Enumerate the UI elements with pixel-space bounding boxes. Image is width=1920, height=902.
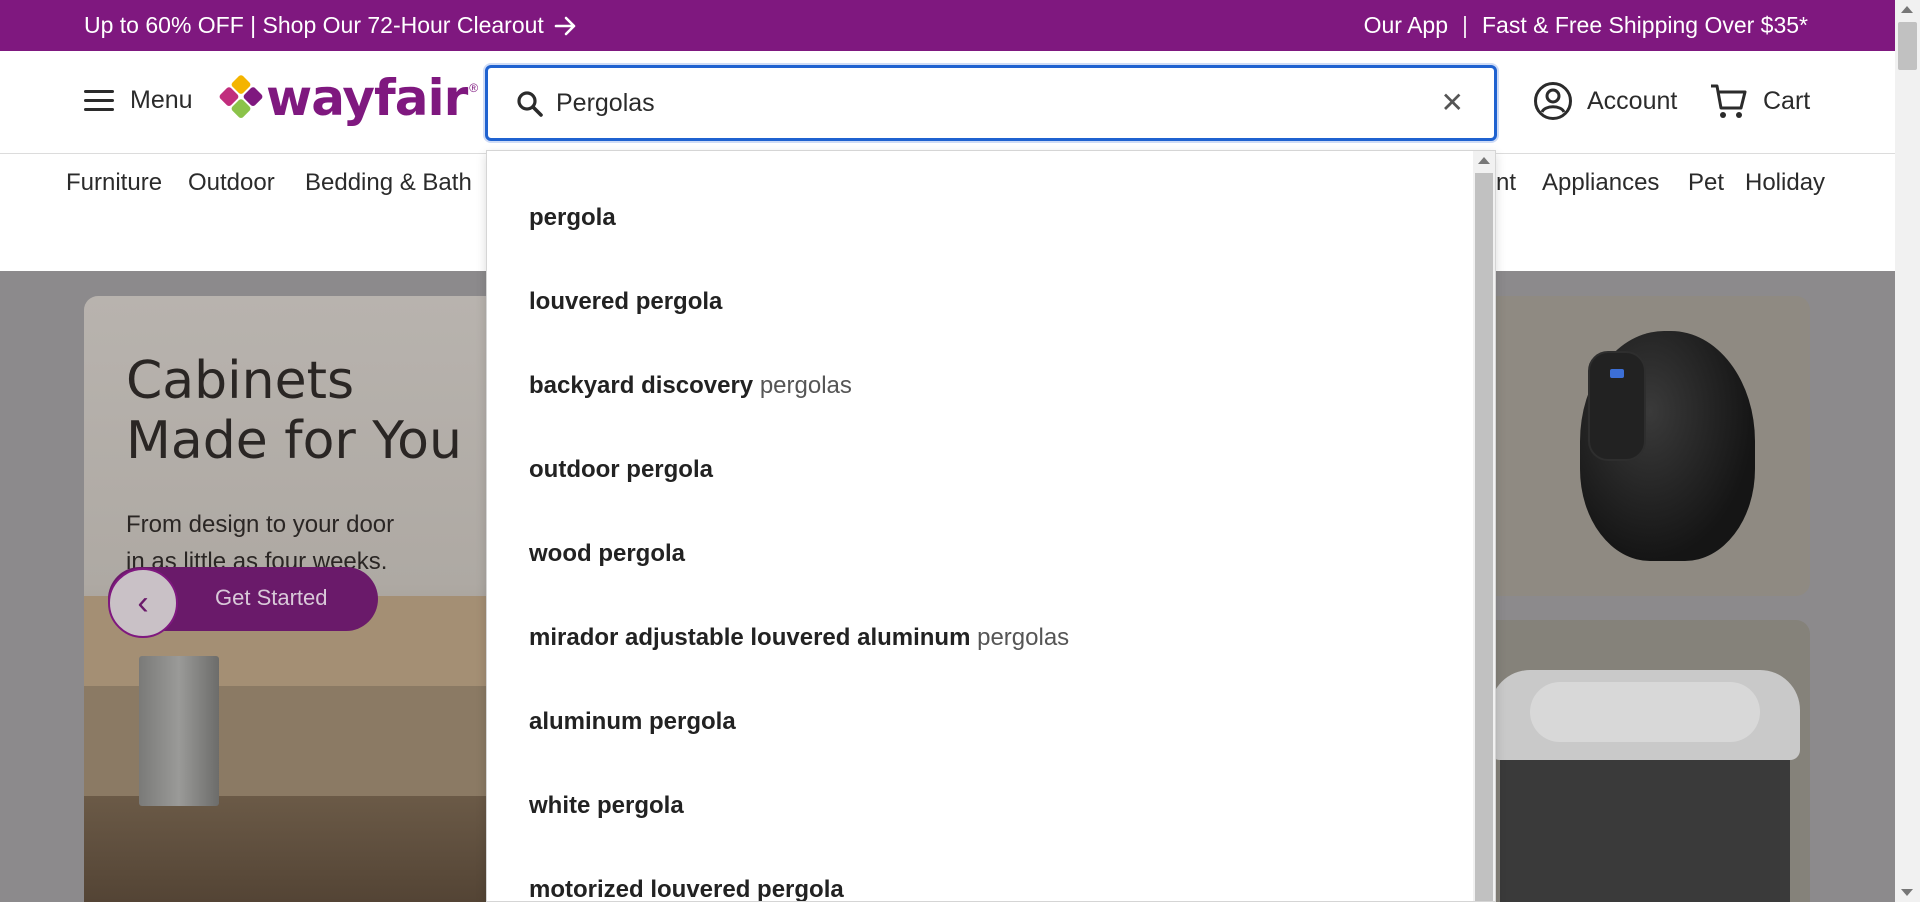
suggestion-bold: mirador adjustable louvered aluminum xyxy=(529,624,971,651)
product-card-air-fryer[interactable] xyxy=(1470,296,1810,596)
nav-item-outdoor[interactable]: Outdoor xyxy=(188,169,275,197)
hero-banner[interactable]: Cabinets Made for You From design to you… xyxy=(84,296,504,902)
suggestions-scrollbar-thumb[interactable] xyxy=(1475,173,1493,901)
suggestion-item[interactable]: louvered pergola xyxy=(529,288,722,316)
logo-registered-mark: ® xyxy=(469,81,479,95)
page-scroll-up-icon[interactable] xyxy=(1901,6,1913,13)
suggestion-bold: white pergola xyxy=(529,792,684,819)
hero-subtitle-line1: From design to your door xyxy=(126,511,395,538)
carousel-prev-button[interactable]: ‹ xyxy=(108,568,178,638)
account-label: Account xyxy=(1587,86,1678,115)
cart-button[interactable]: Cart xyxy=(1709,81,1810,121)
promo-bar: Up to 60% OFF | Shop Our 72-Hour Clearou… xyxy=(0,0,1920,51)
cart-label: Cart xyxy=(1763,86,1811,115)
air-fryer-panel xyxy=(1588,351,1646,461)
nav-item-bedding-bath[interactable]: Bedding & Bath xyxy=(305,169,472,197)
promo-separator: | xyxy=(1462,12,1468,38)
hamburger-icon xyxy=(84,89,114,112)
suggestion-item[interactable]: pergola xyxy=(529,204,616,232)
product-card-hot-tub[interactable] xyxy=(1470,620,1810,902)
clear-search-button[interactable]: ✕ xyxy=(1441,88,1464,118)
page-scroll-down-icon[interactable] xyxy=(1901,889,1913,896)
nav-item-appliances[interactable]: Appliances xyxy=(1542,169,1659,197)
site-header: Menu wayfair ® ✕ Account Cart xyxy=(0,51,1895,154)
suggestion-bold: backyard discovery xyxy=(529,372,754,399)
suggestion-item[interactable]: wood pergola xyxy=(529,540,685,568)
suggestion-item[interactable]: mirador adjustable louvered aluminum per… xyxy=(529,624,1069,652)
hero-floor xyxy=(84,796,504,902)
menu-label: Menu xyxy=(130,86,193,114)
scroll-up-arrow-icon[interactable] xyxy=(1478,157,1490,164)
page-scrollbar[interactable] xyxy=(1895,0,1920,902)
nav-item-holiday[interactable]: Holiday xyxy=(1745,169,1825,197)
nav-item-furniture[interactable]: Furniture xyxy=(66,169,162,197)
clearout-promo-text: Up to 60% OFF | Shop Our 72-Hour Clearou… xyxy=(84,12,544,38)
free-shipping-link[interactable]: Fast & Free Shipping Over $35* xyxy=(1482,12,1808,39)
search-box[interactable]: ✕ xyxy=(485,65,1497,141)
account-button[interactable]: Account xyxy=(1533,81,1677,121)
hero-dishwasher xyxy=(139,656,219,806)
suggestion-item[interactable]: outdoor pergola xyxy=(529,456,713,484)
suggestion-bold: outdoor pergola xyxy=(529,456,713,483)
search-suggestions-dropdown: pergola louvered pergola backyard discov… xyxy=(486,150,1496,902)
search-icon xyxy=(517,91,543,117)
logo-wordmark: wayfair xyxy=(266,69,468,127)
hero-title: Cabinets Made for You xyxy=(126,351,462,471)
suggestion-bold: pergola xyxy=(529,204,616,231)
suggestion-bold: louvered pergola xyxy=(529,288,723,315)
arrow-right-icon xyxy=(554,16,576,35)
suggestion-item[interactable]: motorized louvered pergola xyxy=(529,876,844,902)
logo-mark-icon xyxy=(217,73,265,122)
hot-tub-basin xyxy=(1530,682,1760,742)
menu-button[interactable]: Menu xyxy=(84,86,193,115)
nav-item-partial[interactable]: nt xyxy=(1496,169,1516,197)
suggestions-scrollbar[interactable] xyxy=(1473,151,1495,901)
suggestion-bold: wood pergola xyxy=(529,540,685,567)
suggestion-bold: motorized louvered pergola xyxy=(529,876,844,902)
wayfair-logo[interactable]: wayfair ® xyxy=(218,69,479,127)
account-icon xyxy=(1534,82,1572,120)
suggestion-rest: pergolas xyxy=(977,624,1070,651)
search-input[interactable] xyxy=(556,80,1416,126)
suggestion-bold: aluminum pergola xyxy=(529,708,736,735)
suggestion-item[interactable]: aluminum pergola xyxy=(529,708,736,736)
page-scrollbar-thumb[interactable] xyxy=(1898,22,1917,70)
suggestion-rest: pergolas xyxy=(759,372,852,399)
cart-icon xyxy=(1711,84,1747,118)
suggestion-item[interactable]: backyard discovery pergolas xyxy=(529,372,852,400)
our-app-link[interactable]: Our App xyxy=(1364,12,1448,39)
nav-item-pet[interactable]: Pet xyxy=(1688,169,1724,197)
clearout-promo-link[interactable]: Up to 60% OFF | Shop Our 72-Hour Clearou… xyxy=(84,12,578,39)
chevron-left-icon: ‹ xyxy=(137,583,149,622)
hero-title-line2: Made for You xyxy=(126,411,462,471)
hero-title-line1: Cabinets xyxy=(126,351,355,411)
suggestion-item[interactable]: white pergola xyxy=(529,792,684,820)
